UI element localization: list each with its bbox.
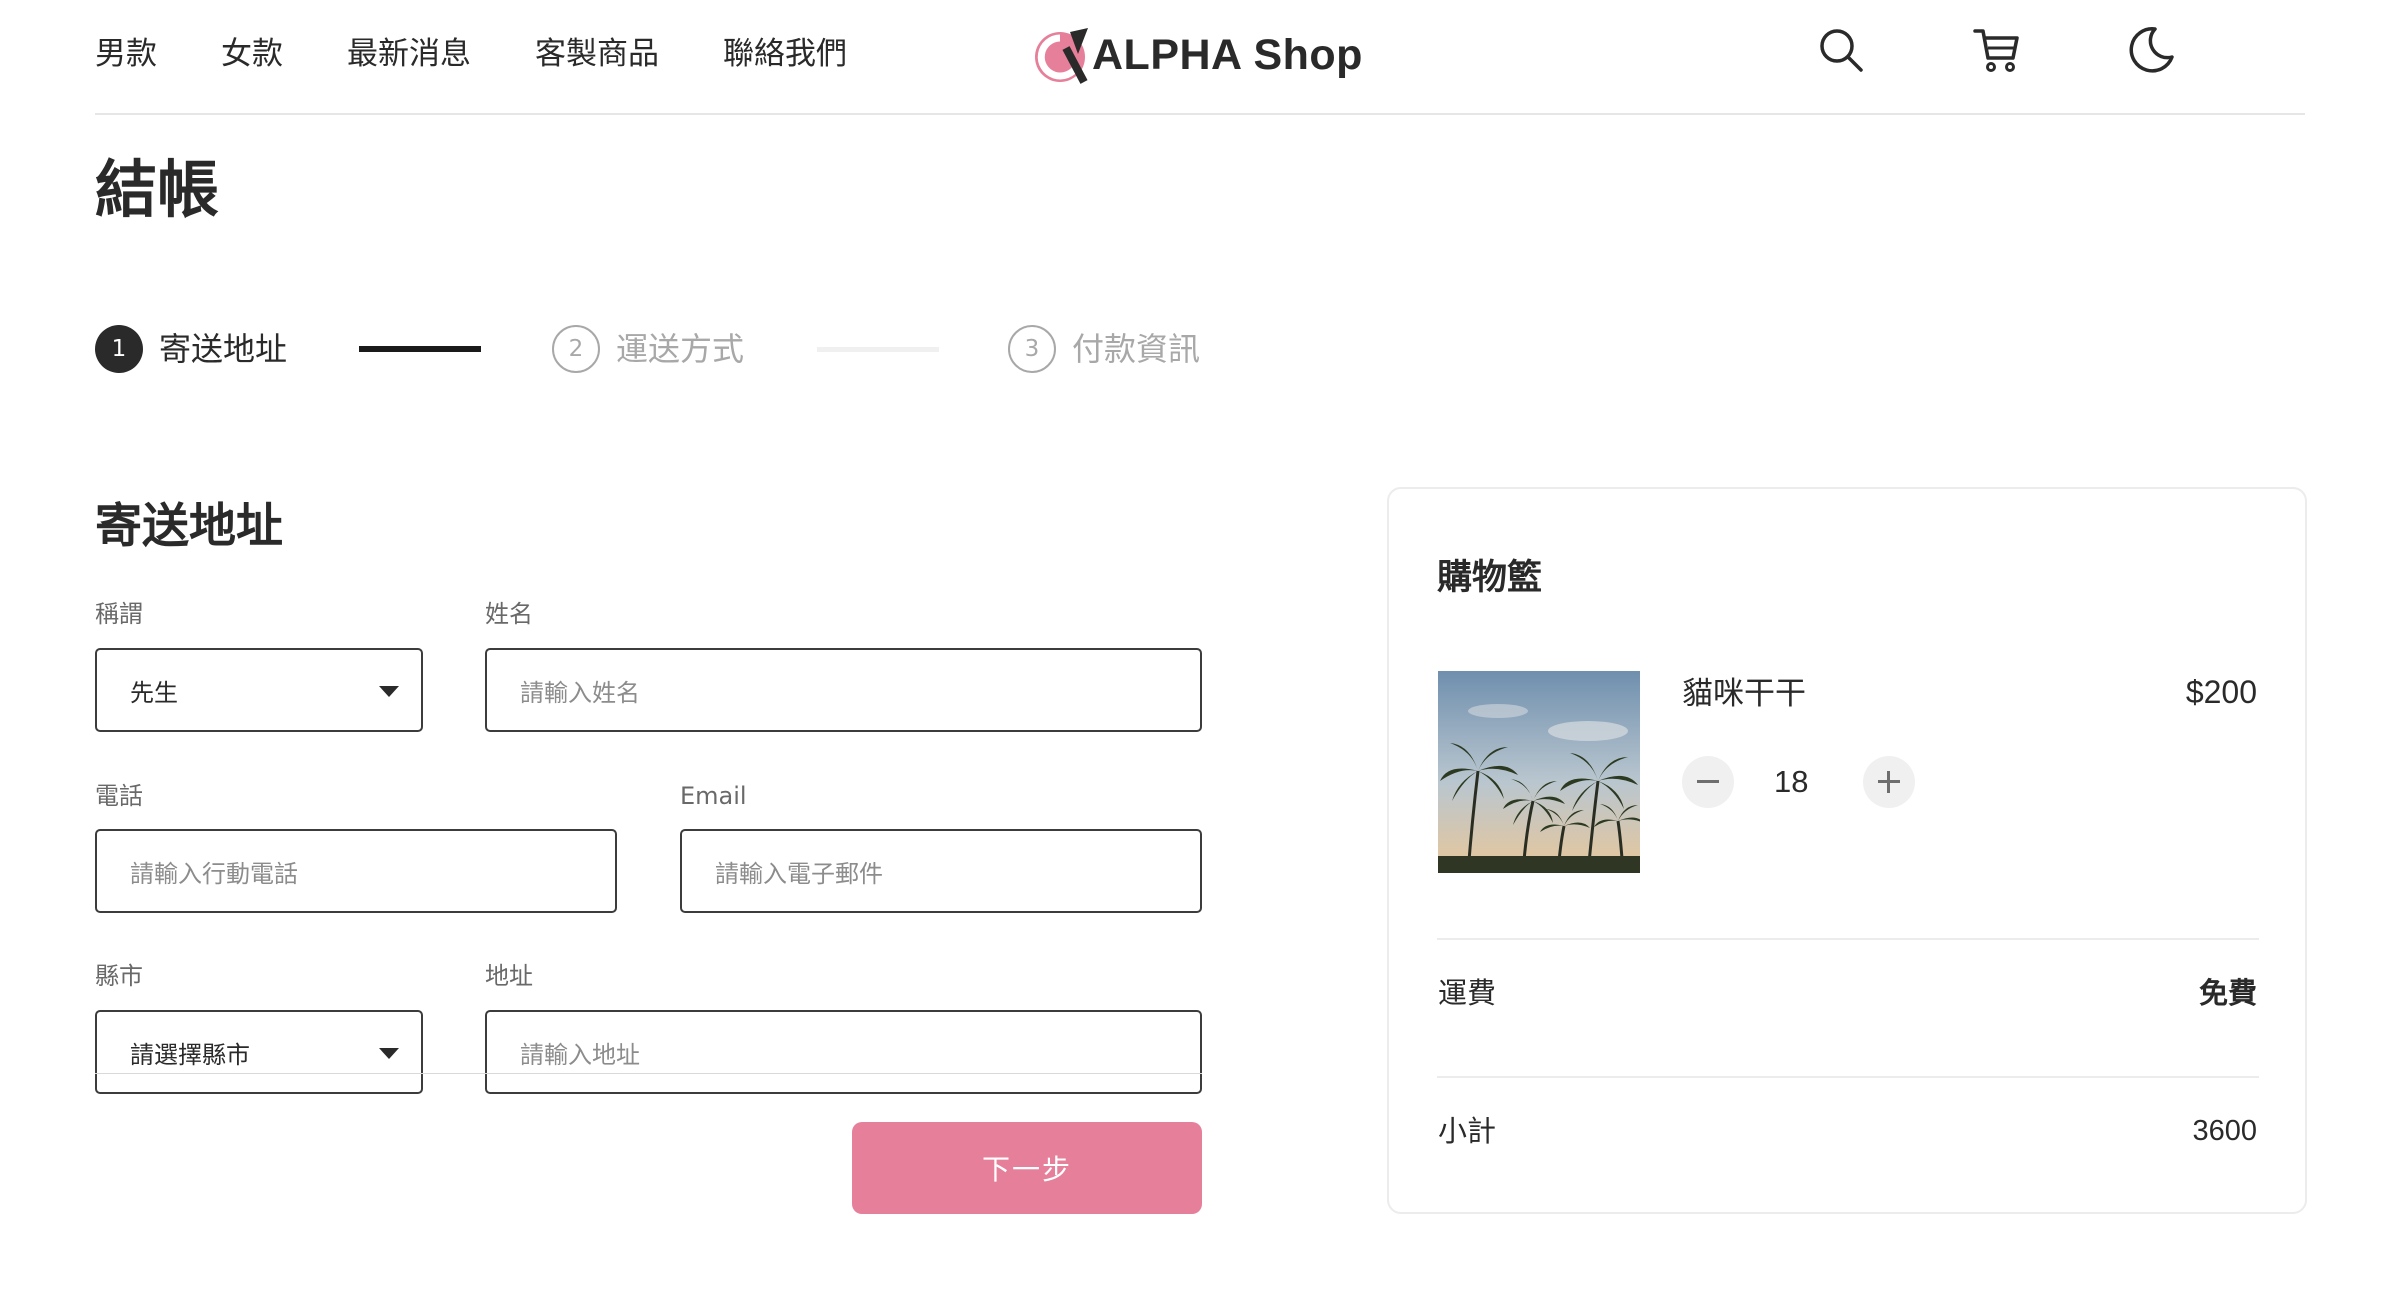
nav-item-custom[interactable]: 客製商品: [535, 30, 659, 78]
step-label-1: 寄送地址: [159, 330, 288, 368]
salutation-value: 先生: [130, 678, 178, 707]
phone-placeholder: 請輸入行動電話: [130, 859, 298, 888]
cart-icon[interactable]: [1971, 24, 2023, 76]
cart-divider: [1437, 1076, 2259, 1078]
form-section-title: 寄送地址: [95, 499, 283, 554]
nav-item-men[interactable]: 男款: [95, 30, 157, 78]
product-price: $200: [2185, 674, 2257, 710]
step-number-3: 3: [1008, 325, 1056, 373]
decrease-quantity-button[interactable]: [1682, 756, 1734, 808]
city-label: 縣市: [95, 962, 143, 990]
phone-label: 電話: [95, 782, 143, 810]
chevron-down-icon: [379, 1048, 399, 1059]
email-placeholder: 請輸入電子郵件: [715, 859, 883, 888]
step-shipping-address: 1 寄送地址: [95, 325, 287, 373]
address-placeholder: 請輸入地址: [520, 1040, 640, 1069]
shipping-value: 免費: [2198, 976, 2257, 1010]
address-label: 地址: [485, 962, 533, 990]
city-value: 請選擇縣市: [130, 1040, 250, 1069]
name-input[interactable]: 請輸入姓名: [485, 648, 1202, 732]
nav-item-news[interactable]: 最新消息: [347, 30, 471, 78]
subtotal-label: 小計: [1438, 1114, 1497, 1148]
cart-title: 購物籃: [1437, 558, 1543, 598]
step-payment-info: 3 付款資訊: [1008, 325, 1200, 373]
step-number-1: 1: [95, 325, 143, 373]
search-icon[interactable]: [1815, 24, 1867, 76]
main-nav: 男款 女款 最新消息 客製商品 聯絡我們: [95, 30, 911, 78]
step-delivery-method: 2 運送方式: [552, 325, 744, 373]
phone-input[interactable]: 請輸入行動電話: [95, 829, 617, 913]
step-label-3: 付款資訊: [1072, 330, 1201, 368]
city-select[interactable]: 請選擇縣市: [95, 1010, 423, 1094]
minus-icon: [1697, 780, 1719, 783]
email-input[interactable]: 請輸入電子郵件: [680, 829, 1202, 913]
cart-panel: 購物籃 貓咪干干 $200 18 運費 免費 小計 3600: [1387, 487, 2307, 1214]
logo-text: ALPHA Shop: [1092, 30, 1363, 79]
increase-quantity-button[interactable]: [1863, 756, 1915, 808]
logo-mark-icon: [1035, 28, 1088, 84]
chevron-down-icon: [379, 686, 399, 697]
form-divider: [95, 1073, 1202, 1074]
product-name: 貓咪干干: [1682, 676, 1806, 712]
nav-item-contact[interactable]: 聯絡我們: [723, 30, 847, 78]
salutation-label: 稱謂: [95, 600, 143, 628]
step-connector-pending: [817, 347, 939, 352]
nav-item-women[interactable]: 女款: [221, 30, 283, 78]
site-header: 男款 女款 最新消息 客製商品 聯絡我們 ALPHA Shop: [95, 0, 2305, 115]
quantity-value: 18: [1774, 764, 1809, 799]
name-placeholder: 請輸入姓名: [520, 678, 640, 707]
cart-divider: [1437, 938, 2259, 940]
site-logo[interactable]: ALPHA Shop: [1030, 24, 1363, 86]
step-connector-done: [359, 346, 481, 352]
page-title: 結帳: [95, 153, 220, 226]
product-image: [1438, 671, 1640, 873]
address-input[interactable]: 請輸入地址: [485, 1010, 1202, 1094]
shipping-label: 運費: [1438, 976, 1497, 1010]
step-number-2: 2: [552, 325, 600, 373]
name-label: 姓名: [485, 600, 533, 628]
moon-icon[interactable]: [2125, 24, 2177, 76]
step-label-2: 運送方式: [616, 330, 745, 368]
salutation-select[interactable]: 先生: [95, 648, 423, 732]
subtotal-value: 3600: [2192, 1115, 2257, 1147]
next-step-button[interactable]: 下一步: [852, 1122, 1202, 1214]
email-label: Email: [680, 782, 747, 810]
